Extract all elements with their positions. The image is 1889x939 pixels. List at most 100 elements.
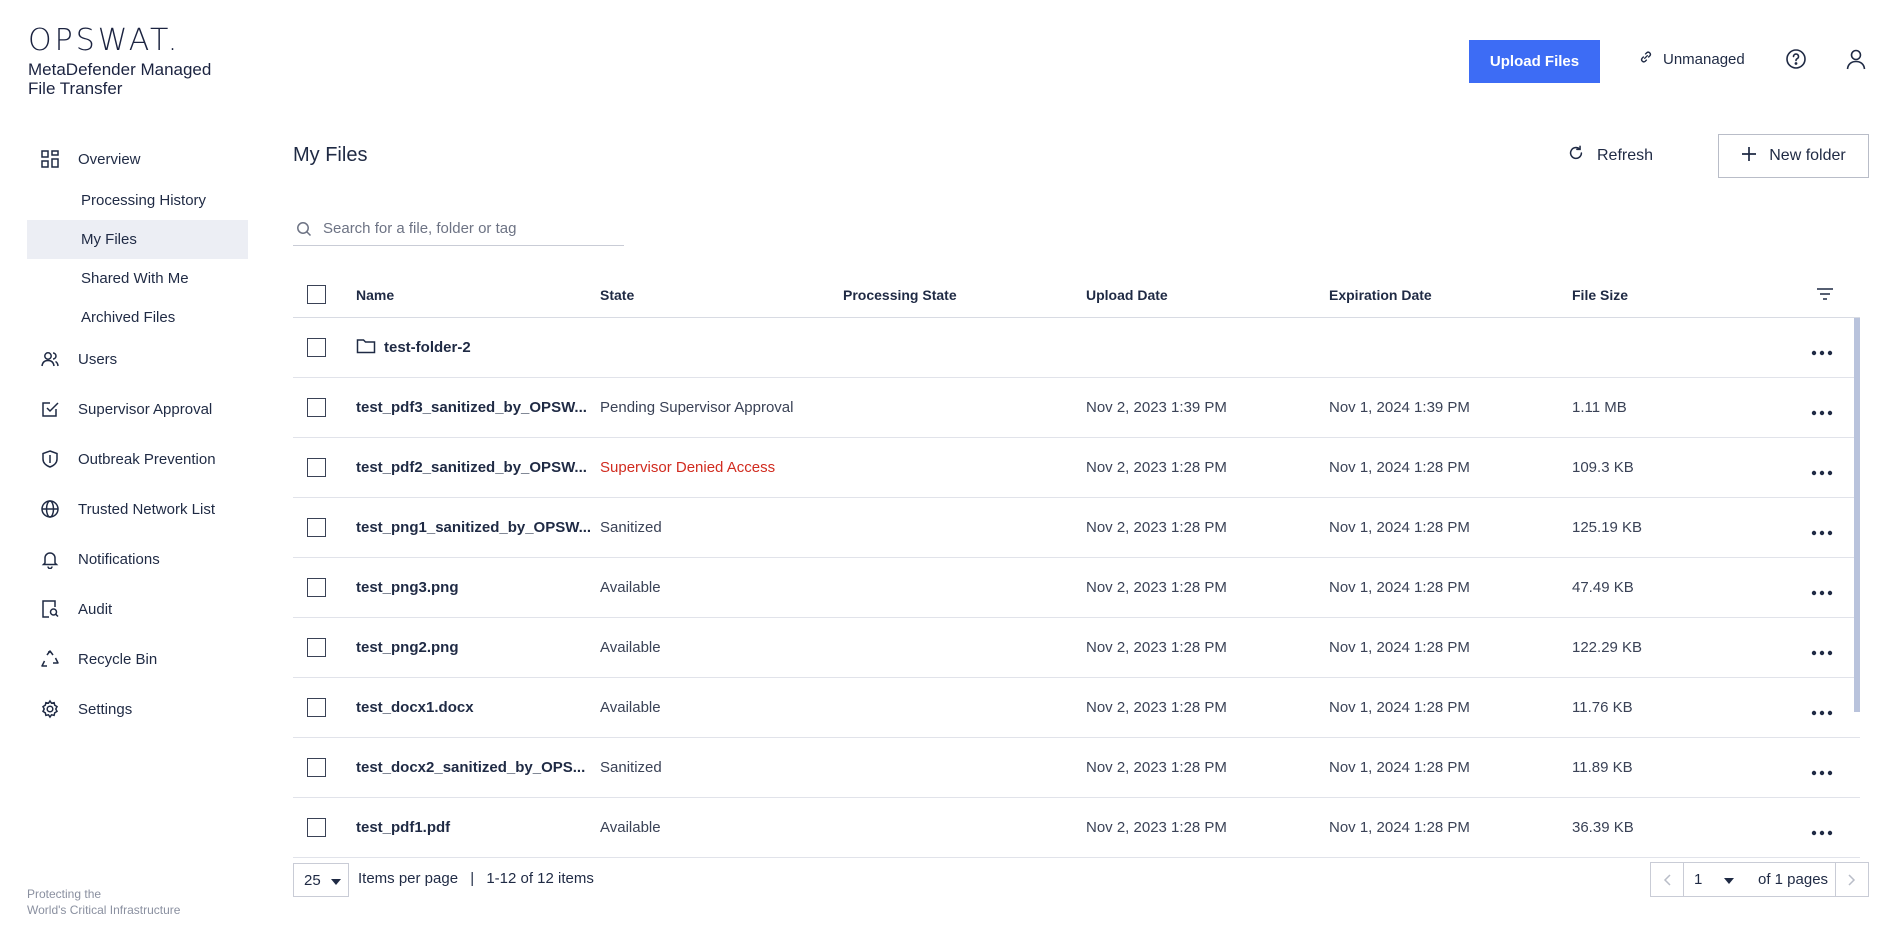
column-header-name[interactable]: Name (356, 287, 600, 303)
items-per-page-select[interactable]: 25 (293, 863, 349, 897)
more-actions-icon[interactable] (1811, 583, 1835, 595)
more-actions-icon[interactable] (1811, 703, 1835, 715)
sidebar-item-supervisor-approval[interactable]: Supervisor Approval (27, 390, 248, 428)
file-name: test_pdf2_sanitized_by_OPSW... (356, 459, 587, 476)
next-page-button[interactable] (1835, 863, 1868, 896)
file-name-cell[interactable]: test_docx2_sanitized_by_OPS... (356, 759, 600, 776)
sidebar-item-label: Notifications (78, 550, 160, 568)
more-actions-icon[interactable] (1811, 463, 1835, 475)
file-size-cell: 36.39 KB (1572, 819, 1634, 836)
approval-icon (40, 399, 60, 419)
column-header-processing-state[interactable]: Processing State (843, 287, 1086, 303)
more-actions-icon[interactable] (1811, 403, 1835, 415)
column-header-state[interactable]: State (600, 287, 843, 303)
more-actions-icon[interactable] (1811, 343, 1835, 355)
more-actions-icon[interactable] (1811, 643, 1835, 655)
file-name-cell[interactable]: test-folder-2 (356, 338, 600, 358)
more-actions-icon[interactable] (1811, 523, 1835, 535)
file-name-cell[interactable]: test_docx1.docx (356, 699, 600, 716)
file-name: test_png3.png (356, 579, 459, 596)
unmanaged-link[interactable]: Unmanaged (1639, 50, 1745, 68)
sidebar-item-trusted-network-list[interactable]: Trusted Network List (27, 490, 248, 528)
globe-icon (40, 499, 60, 519)
column-header-file-size[interactable]: File Size (1572, 287, 1772, 303)
table-row[interactable]: test_pdf3_sanitized_by_OPSW... Pending Su… (293, 378, 1860, 438)
file-name: test_png2.png (356, 639, 459, 656)
opswat-logo: OPSWAT. (28, 23, 181, 58)
sidebar-item-audit[interactable]: Audit (27, 590, 248, 628)
range-label: 1-12 of 12 items (486, 870, 594, 887)
upload-date-cell: Nov 2, 2023 1:28 PM (1086, 699, 1227, 716)
row-checkbox[interactable] (307, 818, 326, 837)
table-row[interactable]: test_pdf1.pdf Available Nov 2, 2023 1:28 P… (293, 798, 1860, 858)
page-select[interactable]: 1 (1684, 871, 1754, 888)
table-row[interactable]: test_docx1.docx Available Nov 2, 2023 1:28… (293, 678, 1860, 738)
state-cell: Supervisor Denied Access (600, 459, 776, 476)
sidebar-item-recycle-bin[interactable]: Recycle Bin (27, 640, 248, 678)
upload-date-cell: Nov 2, 2023 1:28 PM (1086, 519, 1227, 536)
sidebar-item-overview[interactable]: Overview (27, 140, 248, 178)
file-name-cell[interactable]: test_pdf1.pdf (356, 819, 600, 836)
more-actions-icon[interactable] (1811, 823, 1835, 835)
sidebar-item-my-files[interactable]: My Files (27, 220, 248, 259)
sidebar: Overview Processing History My Files Sha… (27, 140, 248, 728)
row-checkbox[interactable] (307, 698, 326, 717)
row-checkbox[interactable] (307, 458, 326, 477)
state-cell: Available (600, 579, 661, 596)
refresh-button[interactable]: Refresh (1567, 144, 1653, 167)
new-folder-button[interactable]: New folder (1718, 134, 1869, 178)
table-row[interactable]: test_docx2_sanitized_by_OPS... Sanitized N… (293, 738, 1860, 798)
state-cell: Available (600, 819, 661, 836)
search-icon (296, 221, 312, 237)
sidebar-item-label: Trusted Network List (78, 500, 215, 518)
row-checkbox[interactable] (307, 398, 326, 417)
file-name-cell[interactable]: test_png1_sanitized_by_OPSW... (356, 519, 600, 536)
upload-files-button[interactable]: Upload Files (1469, 40, 1600, 83)
table-header: Name State Processing State Upload Date … (293, 272, 1860, 318)
table-row[interactable]: test_png3.png Available Nov 2, 2023 1:28 P… (293, 558, 1860, 618)
sidebar-item-users[interactable]: Users (27, 340, 248, 378)
state-cell: Available (600, 699, 661, 716)
refresh-label: Refresh (1597, 146, 1654, 164)
sidebar-item-notifications[interactable]: Notifications (27, 540, 248, 578)
sidebar-item-outbreak-prevention[interactable]: Outbreak Prevention (27, 440, 248, 478)
search-input[interactable] (323, 220, 603, 237)
sidebar-item-processing-history[interactable]: Processing History (27, 181, 248, 220)
file-name-cell[interactable]: test_pdf3_sanitized_by_OPSW... (356, 399, 600, 416)
help-icon[interactable] (1785, 48, 1809, 72)
row-checkbox[interactable] (307, 758, 326, 777)
sidebar-item-settings[interactable]: Settings (27, 690, 248, 728)
row-checkbox[interactable] (307, 338, 326, 357)
upload-date-cell: Nov 2, 2023 1:28 PM (1086, 579, 1227, 596)
sidebar-item-shared-with-me[interactable]: Shared With Me (27, 259, 248, 298)
unmanaged-label: Unmanaged (1663, 50, 1745, 68)
file-name-cell[interactable]: test_pdf2_sanitized_by_OPSW... (356, 459, 600, 476)
column-header-upload-date[interactable]: Upload Date (1086, 287, 1329, 303)
table-scrollbar[interactable] (1854, 318, 1860, 712)
expiration-date-cell: Nov 1, 2024 1:28 PM (1329, 459, 1470, 476)
expiration-date-cell: Nov 1, 2024 1:28 PM (1329, 519, 1470, 536)
row-checkbox[interactable] (307, 578, 326, 597)
column-filter-icon[interactable] (1815, 286, 1835, 305)
sidebar-item-label: Overview (78, 150, 141, 168)
column-header-expiration-date[interactable]: Expiration Date (1329, 287, 1572, 303)
user-profile-icon[interactable] (1845, 48, 1869, 72)
previous-page-button[interactable] (1651, 863, 1684, 896)
caret-down-icon (1724, 871, 1735, 888)
more-actions-icon[interactable] (1811, 763, 1835, 775)
footer-line-1: Protecting the (27, 887, 102, 901)
file-size-cell: 11.89 KB (1572, 759, 1633, 776)
table-row[interactable]: test_png1_sanitized_by_OPSW... Sanitized N… (293, 498, 1860, 558)
table-row[interactable]: test-folder-2 (293, 318, 1860, 378)
sidebar-item-label: Recycle Bin (78, 650, 158, 668)
expiration-date-cell: Nov 1, 2024 1:28 PM (1329, 819, 1470, 836)
row-checkbox[interactable] (307, 638, 326, 657)
sidebar-item-label: Audit (78, 600, 113, 618)
file-name-cell[interactable]: test_png3.png (356, 579, 600, 596)
file-name-cell[interactable]: test_png2.png (356, 639, 600, 656)
select-all-checkbox[interactable] (307, 285, 326, 304)
sidebar-item-archived-files[interactable]: Archived Files (27, 298, 248, 337)
row-checkbox[interactable] (307, 518, 326, 537)
table-row[interactable]: test_pdf2_sanitized_by_OPSW... Supervisor… (293, 438, 1860, 498)
table-row[interactable]: test_png2.png Available Nov 2, 2023 1:28 P… (293, 618, 1860, 678)
